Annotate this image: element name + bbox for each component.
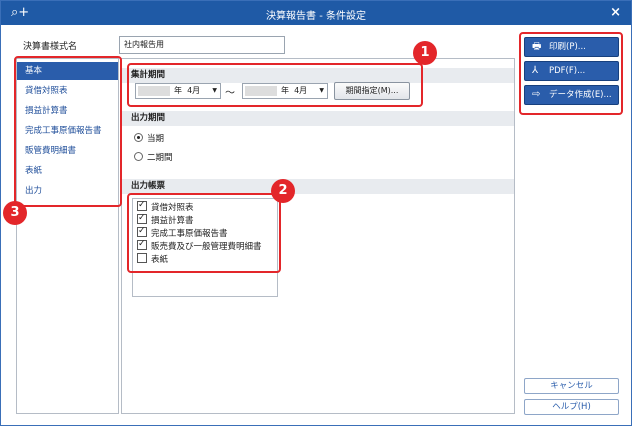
highlight-box-3 xyxy=(14,56,122,207)
cancel-button[interactable]: キャンセル xyxy=(524,378,619,394)
form-style-input[interactable]: 社内報告用 xyxy=(119,36,285,54)
dialog-window: ⌕+ 決算報告書 - 条件設定 × 決算書様式名 社内報告用 基本 貸借対照表 … xyxy=(0,0,632,426)
radio-two-periods[interactable]: 二期間 xyxy=(134,151,173,163)
badge-1: 1 xyxy=(413,41,437,65)
radio-two-label: 二期間 xyxy=(147,153,173,163)
help-button[interactable]: ヘルプ(H) xyxy=(524,399,619,415)
output-forms-heading: 出力帳票 xyxy=(122,179,514,194)
radio-dot-icon xyxy=(134,133,143,142)
badge-3: 3 xyxy=(3,201,27,225)
radio-dot-icon xyxy=(134,152,143,161)
close-button[interactable]: × xyxy=(610,5,621,20)
badge-2: 2 xyxy=(271,179,295,203)
output-period-heading: 出力期間 xyxy=(122,111,514,126)
highlight-box-2 xyxy=(127,193,281,273)
highlight-box-actions xyxy=(519,32,623,115)
radio-current-period[interactable]: 当期 xyxy=(134,132,164,144)
radio-current-label: 当期 xyxy=(147,134,165,144)
window-title: 決算報告書 - 条件設定 xyxy=(266,11,366,22)
form-style-label: 決算書様式名 xyxy=(23,42,78,52)
title-bar: ⌕+ 決算報告書 - 条件設定 × xyxy=(1,1,631,25)
highlight-box-1 xyxy=(127,63,423,107)
